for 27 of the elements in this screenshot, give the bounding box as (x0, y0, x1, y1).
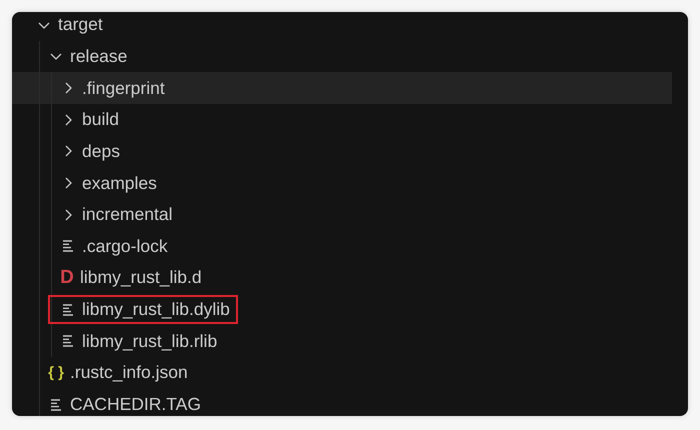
file-name: .cargo-lock (82, 236, 168, 257)
tree-row[interactable]: build (12, 104, 672, 136)
tree-row[interactable]: deps (12, 136, 672, 168)
folder-name: target (58, 14, 103, 36)
tree-row[interactable]: .cargo-lock (12, 230, 672, 262)
folder-name: build (82, 109, 119, 130)
tree-row[interactable]: libmy_rust_lib.rlib (12, 325, 672, 358)
folder-name: deps (82, 140, 120, 162)
tree-row[interactable]: libmy_rust_lib.dylib (12, 294, 672, 326)
folder-name: release (70, 46, 128, 67)
file-name: libmy_rust_lib.d (80, 267, 202, 288)
tree-row[interactable]: incremental (12, 198, 672, 230)
json-braces-icon: { } (46, 362, 66, 383)
tree-row[interactable]: release (12, 40, 672, 72)
file-name: libmy_rust_lib.dylib (82, 299, 230, 320)
tree-row[interactable]: D libmy_rust_lib.d (12, 262, 672, 294)
folder-name: incremental (82, 204, 172, 226)
tree-row[interactable]: { } .rustc_info.json (12, 357, 672, 389)
file-name: .rustc_info.json (70, 362, 188, 384)
folder-name: .fingerprint (82, 78, 165, 99)
tree-row[interactable]: examples (12, 167, 672, 199)
folder-name: examples (82, 172, 157, 194)
tree-row[interactable]: .fingerprint (12, 72, 672, 104)
file-name: libmy_rust_lib.rlib (82, 330, 218, 352)
tree-row[interactable]: target (12, 12, 672, 41)
d-file-icon: D (58, 268, 76, 288)
file-name: CACHEDIR.TAG (70, 394, 201, 415)
